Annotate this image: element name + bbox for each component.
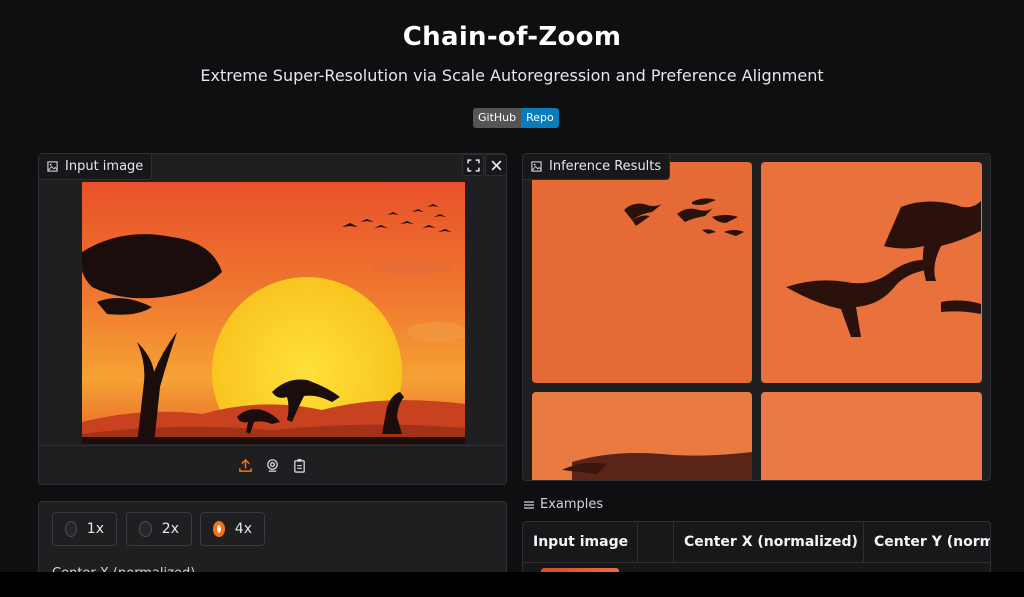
result-tile-1x[interactable] <box>532 162 752 383</box>
image-icon <box>531 161 542 172</box>
result-tile-4x[interactable] <box>532 392 752 480</box>
column-header-center-x: Center X (normalized) <box>674 522 864 562</box>
webcam-button[interactable] <box>265 458 280 473</box>
inference-results-label: Inference Results <box>523 154 671 180</box>
column-header-input-image: Input image <box>523 522 638 562</box>
result-image-1x <box>532 162 752 383</box>
scale-option-1x[interactable]: 1x <box>52 512 117 546</box>
input-sunset-image[interactable] <box>82 182 465 444</box>
radio-2x-dot[interactable] <box>139 521 152 537</box>
scale-option-4x[interactable]: 4x <box>200 512 265 546</box>
scale-option-2x[interactable]: 2x <box>126 512 192 546</box>
result-image-4x <box>532 392 752 480</box>
bottom-bar <box>0 572 1024 597</box>
github-repo-badge[interactable]: GitHub Repo <box>473 108 559 128</box>
table-row-separator <box>523 562 990 563</box>
upload-icon <box>239 458 252 472</box>
result-image-8x <box>761 392 982 480</box>
page-subtitle: Extreme Super-Resolution via Scale Autor… <box>200 66 824 85</box>
webcam-icon <box>267 458 278 472</box>
scale-option-2x-label: 2x <box>161 521 179 537</box>
clipboard-button[interactable] <box>292 458 307 473</box>
upload-button[interactable] <box>238 458 253 473</box>
scale-option-4x-label: 4x <box>234 521 252 537</box>
input-image-area[interactable] <box>39 154 506 445</box>
inference-results-panel: Inference Results <box>522 153 991 481</box>
image-icon <box>47 161 58 172</box>
badge-left-label: GitHub <box>473 108 522 128</box>
input-image-panel: Input image <box>38 153 507 485</box>
input-source-toolbar <box>39 445 506 484</box>
badge-right-label: Repo <box>521 108 559 128</box>
result-tile-2x[interactable] <box>761 162 982 383</box>
inference-results-label-text: Inference Results <box>549 159 662 174</box>
column-header-empty <box>638 522 674 562</box>
result-tile-8x[interactable] <box>761 392 982 480</box>
result-image-2x <box>761 162 982 383</box>
list-icon <box>524 500 534 509</box>
examples-label: Examples <box>524 497 603 512</box>
radio-1x-dot[interactable] <box>65 521 77 537</box>
page-title: Chain-of-Zoom <box>402 22 622 52</box>
examples-label-text: Examples <box>540 497 604 512</box>
radio-4x-dot[interactable] <box>213 521 225 537</box>
scale-option-1x-label: 1x <box>86 521 104 537</box>
input-image-label-text: Input image <box>65 159 144 174</box>
input-image-label: Input image <box>39 154 153 180</box>
clipboard-icon <box>294 458 305 473</box>
column-header-center-y: Center Y (normalized) <box>874 534 990 550</box>
